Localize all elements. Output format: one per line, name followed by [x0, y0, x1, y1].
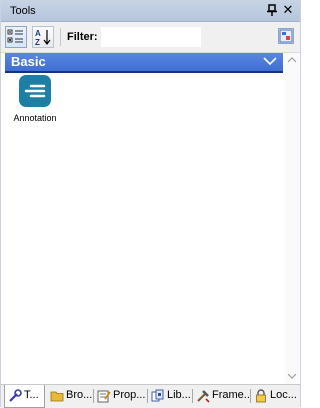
tools-tab-icon: [9, 389, 22, 402]
tab-label: Bro...: [66, 389, 93, 401]
toolbar-separator: [60, 28, 61, 46]
group-label: Basic: [11, 54, 46, 69]
tab-library[interactable]: Lib...: [148, 385, 193, 407]
hammer-icon: [197, 390, 210, 403]
tools-panel: Tools ✕ A Z Filter: Basic Annotation T..…: [0, 0, 301, 408]
tools-toolbar: A Z Filter:: [1, 22, 300, 53]
tab-label: Frame...: [212, 389, 251, 401]
tab-properties[interactable]: Prop...: [94, 385, 148, 407]
chevron-down-icon[interactable]: [263, 55, 277, 67]
scroll-down-icon[interactable]: [288, 373, 296, 379]
filter-label: Filter:: [67, 31, 98, 43]
tab-frame[interactable]: Frame...: [193, 385, 251, 407]
filter-input[interactable]: [101, 27, 201, 47]
panel-tabstrip: T... Bro... Prop... Lib... Frame... Loc.…: [1, 384, 300, 408]
tab-locked[interactable]: Loc...: [251, 385, 300, 407]
tool-label: Annotation: [13, 113, 57, 123]
group-header-basic[interactable]: Basic: [5, 53, 283, 73]
tab-tools[interactable]: T...: [4, 385, 45, 408]
svg-text:A: A: [35, 29, 41, 38]
panel-titlebar: Tools ✕: [1, 1, 300, 22]
tab-label: Loc...: [270, 389, 297, 401]
annotation-icon: [19, 75, 51, 107]
tab-label: Lib...: [167, 389, 191, 401]
categorized-icon: [7, 29, 23, 43]
tab-browser[interactable]: Bro...: [47, 385, 94, 407]
lock-icon: [256, 389, 266, 403]
categorized-view-button[interactable]: [5, 26, 27, 48]
svg-text:Z: Z: [35, 38, 40, 47]
tab-label: T...: [24, 389, 39, 401]
tab-label: Prop...: [113, 389, 146, 401]
pin-icon[interactable]: [266, 4, 278, 17]
options-button[interactable]: [278, 28, 294, 44]
tool-annotation[interactable]: Annotation: [10, 75, 60, 123]
sort-alphabetical-button[interactable]: A Z: [32, 26, 54, 48]
close-icon[interactable]: ✕: [282, 3, 294, 17]
vertical-scrollbar[interactable]: [285, 53, 299, 383]
scroll-up-icon[interactable]: [288, 57, 296, 63]
options-icon: [279, 29, 293, 43]
panel-title: Tools: [10, 5, 36, 17]
library-icon: [151, 389, 164, 402]
properties-icon: [97, 390, 111, 403]
sort-az-icon: A Z: [35, 29, 51, 47]
folder-icon: [50, 391, 64, 402]
